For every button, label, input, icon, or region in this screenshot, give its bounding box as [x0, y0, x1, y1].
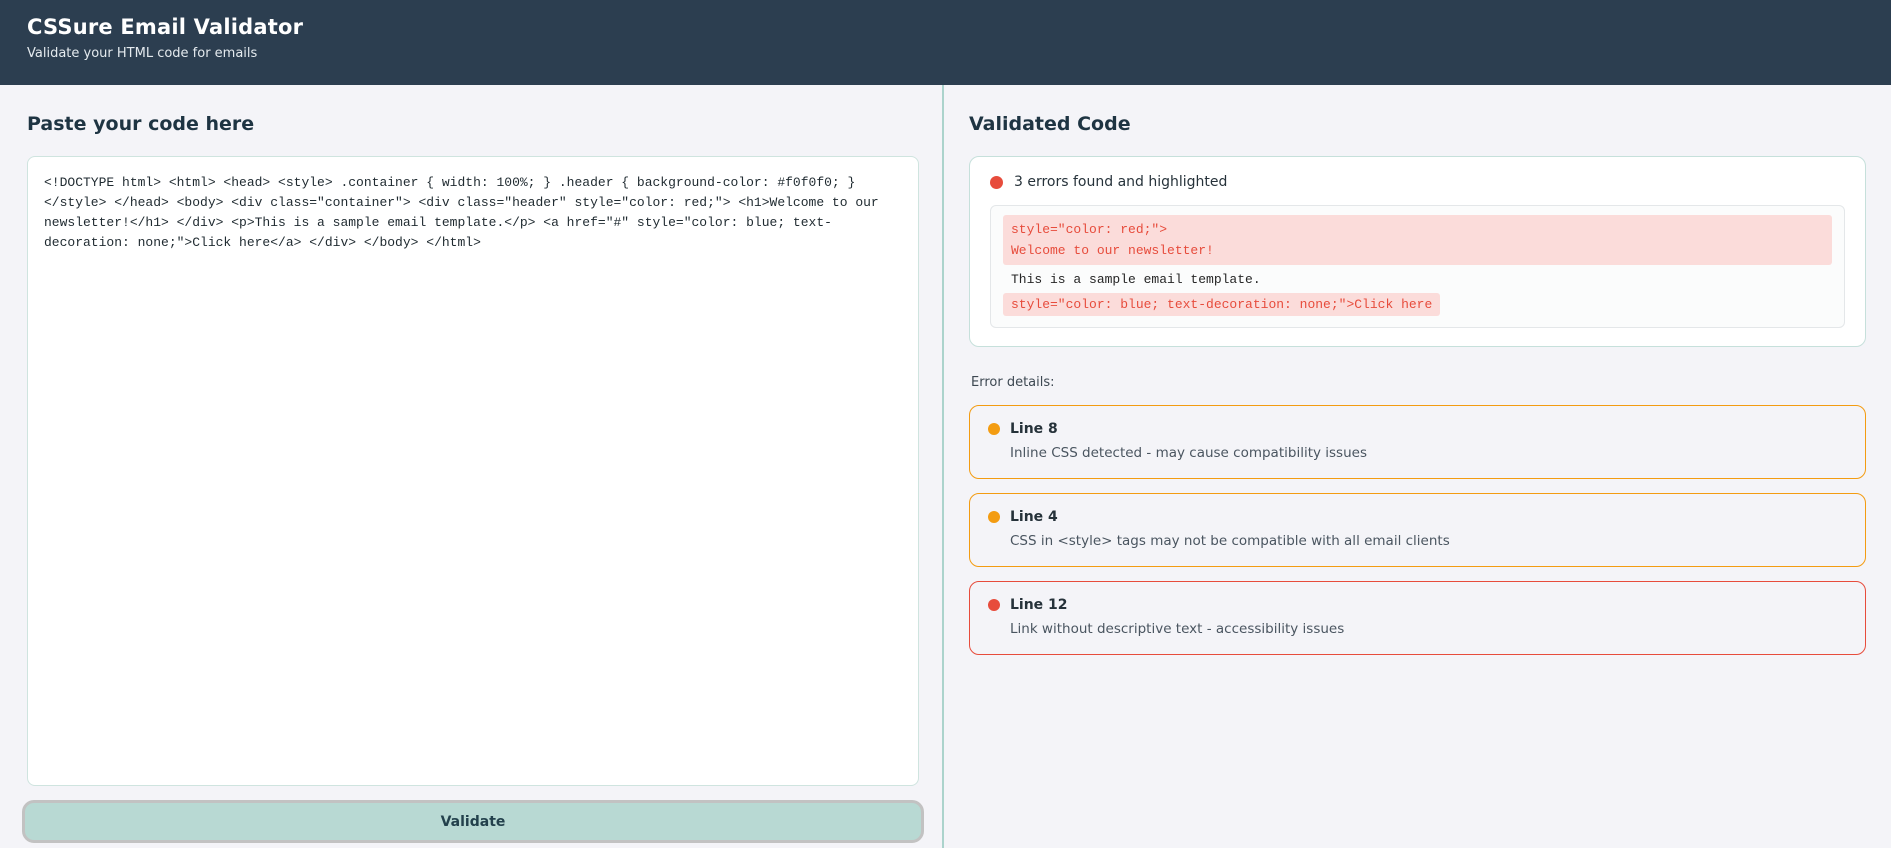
warning-dot-icon	[988, 423, 1000, 435]
error-card-line-12: Line 12 Link without descriptive text - …	[969, 581, 1866, 655]
plain-code-line: This is a sample email template.	[1011, 272, 1261, 287]
error-card-header: Line 4	[988, 509, 1847, 525]
validated-code-panel: Validated Code 3 errors found and highli…	[944, 85, 1891, 848]
highlighted-error-inline: style="color: blue; text-decoration: non…	[1003, 293, 1441, 316]
code-input-panel: Paste your code here <!DOCTYPE html> <ht…	[0, 85, 944, 848]
error-line-label: Line 12	[1010, 597, 1068, 613]
error-card-header: Line 8	[988, 421, 1847, 437]
error-dot-icon	[988, 599, 1000, 611]
highlighted-code-line: style="color: red;">	[1011, 222, 1168, 237]
code-input-textarea[interactable]: <!DOCTYPE html> <html> <head> <style> .c…	[27, 156, 919, 786]
error-card-line-8: Line 8 Inline CSS detected - may cause c…	[969, 405, 1866, 479]
error-count-dot-icon	[990, 175, 1003, 189]
error-card-line-4: Line 4 CSS in <style> tags may not be co…	[969, 493, 1866, 567]
validated-code-block: style="color: red;"> Welcome to our news…	[990, 205, 1845, 328]
app-title: CSSure Email Validator	[27, 15, 304, 39]
warning-dot-icon	[988, 511, 1000, 523]
highlighted-error-block: style="color: red;"> Welcome to our news…	[1003, 215, 1832, 265]
error-line-label: Line 4	[1010, 509, 1058, 525]
validated-code-heading: Validated Code	[969, 113, 1131, 135]
highlighted-code-line: Welcome to our newsletter!	[1011, 243, 1214, 258]
app-root: CSSure Email Validator Validate your HTM…	[0, 0, 1891, 848]
error-summary-row: 3 errors found and highlighted	[990, 174, 1845, 190]
app-subtitle: Validate your HTML code for emails	[27, 46, 258, 61]
error-message: Link without descriptive text - accessib…	[1010, 621, 1345, 637]
error-details-label: Error details:	[971, 375, 1055, 390]
error-line-label: Line 8	[1010, 421, 1058, 437]
error-message: Inline CSS detected - may cause compatib…	[1010, 445, 1367, 461]
validation-result-card: 3 errors found and highlighted style="co…	[969, 156, 1866, 347]
main-content: Paste your code here <!DOCTYPE html> <ht…	[0, 85, 1891, 848]
app-header: CSSure Email Validator Validate your HTM…	[0, 0, 1891, 85]
error-summary-text: 3 errors found and highlighted	[1014, 174, 1228, 190]
paste-code-heading: Paste your code here	[27, 113, 255, 135]
validate-button[interactable]: Validate	[22, 800, 924, 843]
error-message: CSS in <style> tags may not be compatibl…	[1010, 533, 1450, 549]
error-card-header: Line 12	[988, 597, 1847, 613]
